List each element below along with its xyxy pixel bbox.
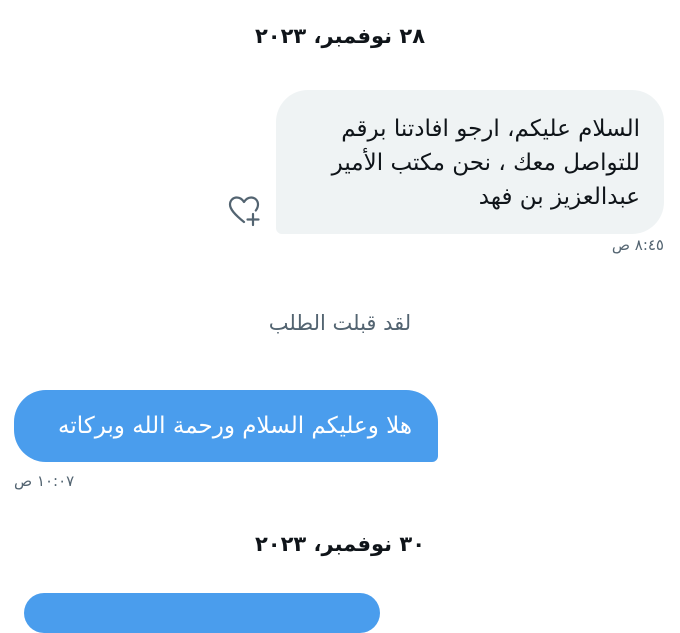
outgoing-message-bubble[interactable]: هلا وعليكم السلام ورحمة الله وبركاته: [14, 390, 438, 462]
outgoing-message-bubble[interactable]: [24, 593, 380, 633]
message-line: السلام عليكم، ارجو افادتنا برقم: [341, 116, 640, 142]
message-line: للتواصل معك ، نحن مكتب الأمير: [331, 150, 640, 176]
message-line: عبدالعزيز بن فهد: [478, 184, 640, 210]
system-message: لقد قبلت الطلب: [268, 311, 412, 335]
incoming-message-bubble[interactable]: السلام عليكم، ارجو افادتنا برقم للتواصل …: [276, 90, 664, 234]
message-timestamp: ٨:٤٥ ص: [611, 236, 664, 254]
heart-plus-icon[interactable]: [227, 194, 261, 228]
message-timestamp: ١٠:٠٧ ص: [14, 472, 75, 490]
date-separator: ٣٠ نوفمبر، ٢٠٢٣: [254, 532, 426, 556]
message-text: هلا وعليكم السلام ورحمة الله وبركاته: [58, 413, 412, 439]
date-separator: ٢٨ نوفمبر، ٢٠٢٣: [254, 24, 426, 48]
